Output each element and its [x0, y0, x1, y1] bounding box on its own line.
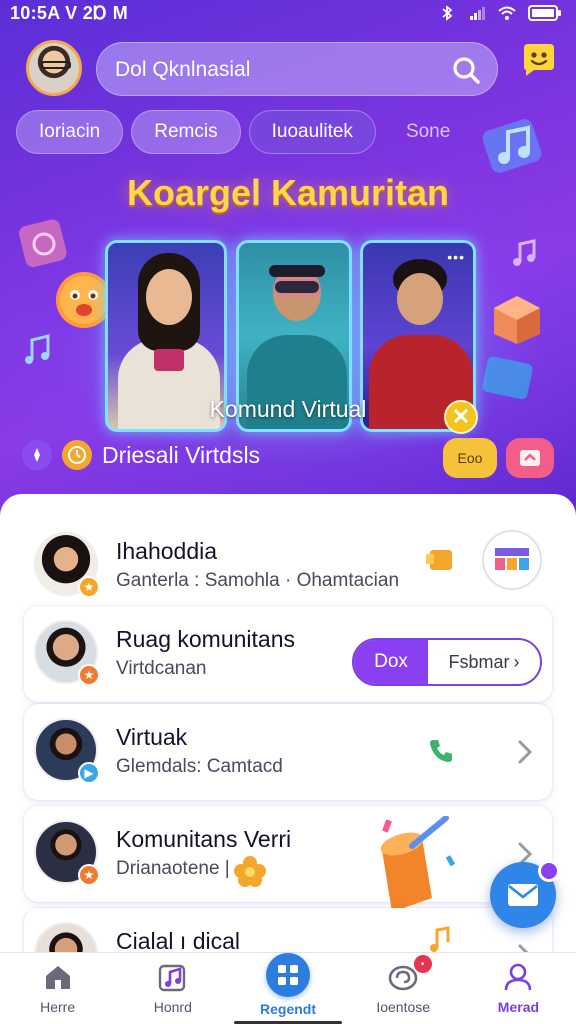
hero-subtitle: Driesali Virtdsls [102, 441, 261, 468]
tag-icon[interactable] [424, 542, 458, 576]
segment-fsbmar[interactable]: Fsbmar › [428, 640, 540, 684]
phone-icon[interactable] [426, 736, 456, 766]
wifi-icon [498, 6, 516, 20]
cube-deco-icon [19, 219, 67, 268]
note-deco-icon [25, 334, 50, 364]
notification-dot [538, 860, 560, 882]
chip-2[interactable]: Iuoaulitek [248, 110, 376, 154]
hero-title: Koargel Kamuritan [126, 172, 450, 213]
nav-label-profile: Merad [497, 999, 540, 1015]
compass-icon[interactable] [22, 440, 52, 470]
grid-icon [266, 953, 310, 997]
close-icon[interactable]: ✕ [444, 400, 478, 434]
hero-share-button[interactable] [506, 438, 554, 478]
music-note-icon [430, 926, 450, 952]
person-2-headband [269, 265, 325, 277]
status-bar: 10:5A V 2Ɒ M [0, 0, 576, 28]
person-2-glasses [275, 281, 319, 293]
box-deco-icon [494, 296, 540, 344]
nav-item-grid[interactable]: Regendt [230, 953, 345, 1024]
paint-bucket-icon [380, 816, 456, 912]
signal-icon [470, 7, 485, 20]
home-icon [42, 961, 74, 993]
note-small-deco-icon [513, 239, 536, 266]
status-time: 10:5A V 2Ɒ M [10, 3, 129, 23]
nav-label-grid: Regendt [260, 1001, 316, 1017]
avatar [34, 922, 98, 954]
list-item[interactable]: ★ Ihahoddia Ganterla : Samohla · Ohamtac… [24, 518, 552, 614]
chip-3[interactable]: Sone [384, 110, 472, 154]
list-item-subtitle: Glemdals: Camtacd [116, 756, 283, 777]
nav-label-music: Honrd [153, 999, 192, 1015]
list-item-subtitle: Drianaotene | [116, 858, 230, 879]
nav-label-home: Herre [40, 999, 76, 1015]
hero-banner: 10:5A V 2Ɒ M Dol Qknlnasial Ioriacin Rem… [0, 0, 576, 520]
list-item-title: Ruag komunitans [116, 626, 295, 652]
list-item-subtitle: Virtdcanan [116, 658, 207, 679]
avatar-glasses [41, 61, 71, 69]
nav-item-profile[interactable]: Merad [461, 953, 576, 1024]
chat-bot-icon[interactable] [520, 42, 558, 78]
chevron-right-icon[interactable] [516, 738, 534, 766]
user-avatar[interactable] [26, 40, 82, 96]
hero-subtitle-row: Driesali Virtdsls [22, 440, 260, 470]
hero-pill-label: Eoo [457, 450, 483, 466]
nav-item-music[interactable]: Honrd [115, 953, 230, 1024]
star-badge-icon: ★ [78, 664, 100, 686]
search-input[interactable]: Dol Qknlnasial [115, 58, 250, 82]
nav-item-home[interactable]: Herre [0, 953, 115, 1024]
mail-icon [508, 884, 538, 906]
search-icon[interactable] [451, 55, 481, 85]
list-item-title: Komunitans Verri [116, 826, 292, 852]
list-item[interactable]: Cialal ı dical [24, 908, 552, 954]
chip-1[interactable]: Remcis [131, 110, 241, 154]
list-item[interactable]: ▶ Virtuak Glemdals: Camtacd [24, 704, 552, 800]
bottom-nav: Herre Honrd Regendt • Ioentose Merad [0, 952, 576, 1024]
person-1-face [146, 269, 192, 325]
status-icons [438, 4, 562, 22]
person-3-face [397, 273, 443, 325]
clock-icon[interactable] [62, 440, 92, 470]
chip-0[interactable]: Ioriacin [16, 110, 124, 154]
person-1-phone [154, 349, 184, 371]
segment-fsbmar-label: Fsbmar [448, 651, 510, 672]
hero-pill-button[interactable]: Eoo [443, 438, 497, 478]
flower-icon [234, 856, 266, 887]
list-item[interactable]: ★ Komunitans Verri Drianaotene | [24, 806, 552, 912]
profile-icon [502, 961, 534, 993]
segmented-control: Dox Fsbmar › [352, 638, 542, 686]
list-item-title: Virtuak [116, 724, 188, 750]
list-item-subtitle: Ganterla : Samohla · Ohamtacian [116, 570, 400, 591]
community-list: ★ Ihahoddia Ganterla : Samohla · Ohamtac… [0, 494, 576, 954]
category-chips: Ioriacin Remcis Iuoaulitek Sone [16, 110, 472, 154]
panel-menu-icon[interactable]: ••• [447, 249, 465, 265]
music-note-deco-icon [482, 119, 542, 173]
battery-icon [528, 5, 561, 21]
segment-dox[interactable]: Dox [354, 640, 428, 684]
chevron-right-icon: › [513, 651, 520, 672]
star-badge-icon: ★ [78, 864, 100, 886]
star-badge-icon: ★ [78, 576, 100, 598]
list-item-title: Ihahoddia [116, 538, 218, 564]
grid-thumb-icon[interactable] [482, 530, 542, 590]
hero-caption: Komund Virtual [209, 396, 367, 422]
compose-message-button[interactable] [490, 860, 560, 928]
bluetooth-icon [442, 5, 453, 21]
list-item-title: Cialal ı dical [116, 928, 240, 954]
play-badge-icon: ▶ [78, 762, 100, 784]
nav-item-spiral[interactable]: • Ioentose [346, 953, 461, 1024]
search-bar[interactable]: Dol Qknlnasial [96, 42, 498, 96]
share-icon [520, 450, 540, 466]
music-icon [157, 961, 189, 993]
notification-badge: • [413, 955, 432, 973]
nav-label-spiral: Ioentose [376, 999, 431, 1015]
list-item[interactable]: ★ Ruag komunitans Virtdcanan Dox Fsbmar › [24, 606, 552, 702]
